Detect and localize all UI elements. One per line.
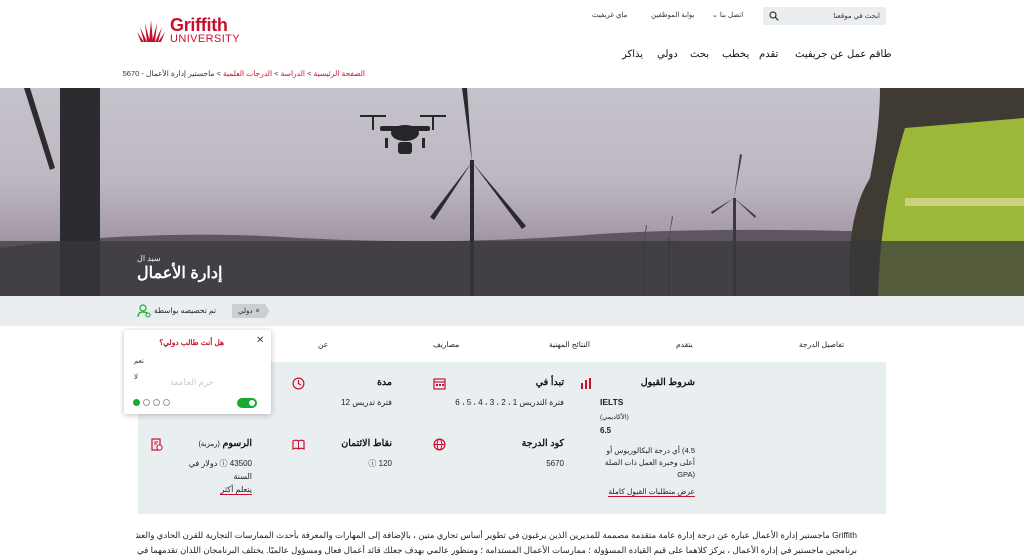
fact-fees: الرسوم (رمزية) 43500 ⓘ دولار في السنة يت…	[170, 438, 252, 496]
fact-title: مدة	[376, 377, 392, 388]
fact-entry-requirements: شروط القبول IELTS (الأكاديمي) 6.5 4.5) أ…	[600, 377, 695, 498]
chevron-down-icon: ⌄	[712, 12, 718, 19]
utility-link-contact-label: اتصل بنا	[719, 12, 744, 19]
nav-engage[interactable]: يخطب	[722, 49, 749, 60]
personalisation-bar: تم تخصيصه بواسطة دولي ×	[0, 296, 1024, 326]
step-dot[interactable]	[133, 399, 140, 406]
breadcrumb-separator: >	[216, 69, 221, 78]
breadcrumb-current: ماجستير إدارة الأعمال - 5670	[122, 69, 215, 78]
logo-wordmark: Griffith	[170, 14, 228, 35]
bar-chart-icon	[581, 378, 591, 389]
intro-text-line: Griffith ماجستير إدارة الأعمال عبارة عن …	[136, 530, 857, 540]
popup-background-text: حرم الجامعة	[170, 377, 214, 387]
nav-international[interactable]: دولي	[657, 49, 678, 60]
breadcrumb-separator: >	[274, 69, 279, 78]
international-toggle[interactable]	[237, 398, 257, 408]
search-placeholder: ابحث في موقعنا	[833, 13, 880, 20]
griffith-logo[interactable]: Griffith UNIVERSITY	[136, 14, 246, 46]
nav-staff[interactable]: طاقم عمل	[847, 49, 892, 60]
breadcrumb-degrees[interactable]: الدرجات العلمية	[223, 69, 272, 78]
tab-fees[interactable]: مصاريف	[433, 340, 459, 349]
entry-requirements-link[interactable]: عرض متطلبات القبول كاملة	[608, 487, 695, 497]
international-student-popup: ✕ هل أنت طالب دولي؟ نعم لا حرم الجامعة	[124, 330, 271, 414]
fact-value: فترة تدريس 12	[341, 398, 392, 407]
personalised-by-label: تم تخصيصه بواسطة	[154, 306, 216, 315]
fees-learn-more-link[interactable]: يتعلم أكثر	[220, 485, 252, 495]
nav-study[interactable]: يذاكر	[622, 49, 643, 60]
popup-option-no[interactable]: لا	[134, 373, 138, 381]
griffith-flame-icon	[137, 20, 165, 42]
logo-subtitle: UNIVERSITY	[170, 32, 241, 45]
fact-title: نقاط الائتمان	[341, 438, 392, 449]
popup-step-indicator	[133, 399, 170, 406]
tab-career-outcomes[interactable]: النتائج المهنية	[549, 340, 590, 349]
close-icon[interactable]: ×	[255, 308, 259, 315]
user-settings-icon[interactable]	[137, 304, 151, 318]
ielts-label: IELTS	[600, 397, 624, 407]
fact-value: فترة التدريس 1 ، 2 ، 3 ، 4 ، 5 ، 6	[455, 398, 564, 407]
nav-research[interactable]: بحث	[690, 49, 709, 60]
fact-title: تبدأ في	[535, 377, 564, 388]
clock-icon	[292, 377, 305, 390]
fees-document-icon	[151, 438, 163, 451]
tab-about[interactable]: عن	[318, 340, 328, 349]
nav-apply[interactable]: تقدم	[759, 49, 778, 60]
popup-option-yes[interactable]: نعم	[134, 357, 144, 365]
fact-title: شروط القبول	[640, 377, 695, 388]
globe-icon	[433, 438, 446, 451]
utility-link-contact[interactable]: ⌄ اتصل بنا	[712, 11, 743, 19]
fact-title: كود الدرجة	[521, 438, 564, 449]
hero-banner: سيد ال إدارة الأعمال	[0, 88, 1024, 296]
fact-title: الرسوم	[222, 438, 252, 449]
fact-value: 43500 ⓘ دولار في السنة	[188, 459, 252, 481]
filter-tag-international[interactable]: دولي ×	[232, 304, 270, 318]
fact-starts: تبدأ في فترة التدريس 1 ، 2 ، 3 ، 4 ، 5 ،…	[452, 377, 564, 409]
close-icon[interactable]: ✕	[256, 335, 264, 346]
calendar-icon	[433, 378, 446, 390]
popup-question: هل أنت طالب دولي؟	[159, 338, 224, 347]
intro-text-line: برنامجين ماجستير في إدارة الأعمال ، يركز…	[136, 545, 857, 555]
hero-subtitle: سيد ال	[137, 254, 161, 263]
search-input[interactable]: ابحث في موقعنا	[763, 7, 886, 25]
fact-value: 5670	[546, 459, 564, 468]
nav-about[interactable]: عن جريفيث	[795, 49, 844, 60]
fact-degree-code: كود الدرجة 5670	[452, 438, 564, 470]
fact-value: 120 ⓘ	[368, 459, 392, 468]
ielts-score: 6.5	[600, 426, 612, 435]
tab-degree-details[interactable]: تفاصيل الدرجة	[799, 340, 844, 349]
page-title: إدارة الأعمال	[137, 265, 223, 282]
tab-apply[interactable]: يتقدم	[676, 340, 693, 349]
fact-credit-points: نقاط الائتمان 120 ⓘ	[312, 438, 392, 470]
fact-duration: مدة فترة تدريس 12	[312, 377, 392, 409]
step-dot[interactable]	[143, 399, 150, 406]
utility-link-staff-portal[interactable]: بوابة الموظفين	[651, 11, 694, 19]
search-icon[interactable]	[769, 11, 779, 21]
breadcrumb-home[interactable]: الصفحة الرئيسية	[314, 69, 365, 78]
fees-indicative: (رمزية)	[198, 441, 220, 448]
step-dot[interactable]	[163, 399, 170, 406]
breadcrumb: الصفحة الرئيسية > الدراسة > الدرجات العل…	[123, 69, 365, 78]
entry-note: 4.5) أي درجة البكالوريوس أو أعلى وخبرة ا…	[604, 446, 695, 479]
filter-tag-label: دولي	[238, 308, 253, 315]
breadcrumb-separator: >	[307, 69, 312, 78]
utility-link-mygriffith[interactable]: ماي غريفيث	[592, 11, 627, 19]
step-dot[interactable]	[153, 399, 160, 406]
ielts-academic: (الأكاديمي)	[600, 414, 629, 421]
breadcrumb-study[interactable]: الدراسة	[281, 69, 305, 78]
book-icon	[292, 439, 305, 450]
